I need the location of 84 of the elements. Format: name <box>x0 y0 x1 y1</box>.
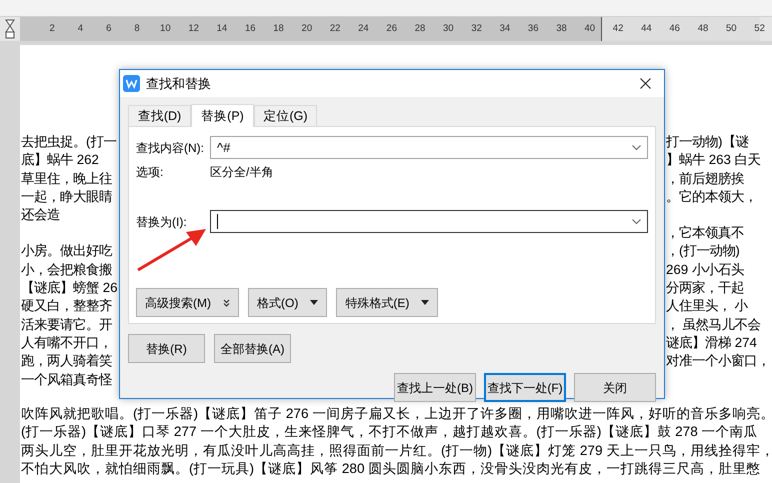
document-text: 人住里头， 小 <box>666 297 749 316</box>
dialog-button[interactable]: 关闭 <box>574 373 656 402</box>
ruler-number: 10 <box>159 22 172 36</box>
document-text: 谜底】滑梯 274 <box>666 334 758 352</box>
document-text: 人有嘴不开口， <box>21 334 113 352</box>
tab[interactable]: 定位(G) <box>254 105 317 126</box>
ruler-number: 6 <box>105 22 112 36</box>
ruler-number: 22 <box>328 22 342 36</box>
indent-marker-icon <box>5 19 15 39</box>
ruler-number: 32 <box>470 22 483 36</box>
document-text: 底】蜗牛 262 <box>21 151 100 170</box>
dropdown-button[interactable]: 特殊格式(E) <box>336 288 438 317</box>
document-text: 小，会把粮食搬 <box>21 260 113 279</box>
ruler-number: 44 <box>640 22 653 36</box>
document-text: 吹阵风就把歌唱。(打一乐器)【谜底】笛子 276 一间房子扁又长，上边开了许多圈，用嘴吹进一阵风，好听的音乐多响亮。 <box>21 405 772 423</box>
document-text: 。它的本领大， <box>666 188 758 206</box>
ruler-number: 26 <box>385 22 398 36</box>
replace-button[interactable]: 替换(R) <box>128 334 205 363</box>
chevron-down-icon <box>632 144 641 150</box>
document-text: 分两家，干起 <box>666 279 745 298</box>
document-text: 硬又白，整整齐 <box>21 297 113 316</box>
app-logo-icon <box>123 75 140 92</box>
ruler-number: 38 <box>555 22 568 36</box>
ruler-number: 48 <box>696 22 710 36</box>
ruler-number: 20 <box>300 22 314 36</box>
combo-field[interactable] <box>210 210 648 233</box>
text-cursor <box>217 214 218 229</box>
field-label: 替换为(I): <box>136 214 188 230</box>
options-value: 区分全/半角 <box>210 164 274 181</box>
document-text: 去把虫捉。(打一 <box>21 133 116 151</box>
pointer-arrow-drawing <box>136 228 208 272</box>
document-text: 269 小小石头 <box>666 260 745 279</box>
ruler-number: 12 <box>187 22 200 36</box>
ruler-number: 42 <box>612 22 624 36</box>
document-text: 【谜底】螃蟹 26 <box>21 279 118 298</box>
dropdown-button[interactable]: 格式(O) <box>248 288 328 317</box>
ruler-number: 2 <box>48 22 56 36</box>
document-text: ，前后翅膀挨 <box>666 170 745 188</box>
document-text: 不怕大风吹，就怕细雨飘。(打一玩具)【谜底】风筝 280 圆头圆脑小东西，没骨头没肉光有皮，一打跳得三尺高，肚里憋 <box>21 460 762 478</box>
document-text: (打一乐器)【谜底】口琴 277 一个大肚皮，生来怪脾气，不打不做声，越打越欢喜。(打一乐器)【谜底】鼓 278 一个南瓜 <box>21 423 759 442</box>
replace-button[interactable]: 全部替换(A) <box>214 334 291 363</box>
ruler-number: 34 <box>498 22 512 36</box>
document-text: 草里住，晚上往 <box>21 170 113 188</box>
dialog-button[interactable]: 查找上一处(B) <box>394 373 476 402</box>
ruler-number: 30 <box>442 22 455 36</box>
ruler-number: 36 <box>526 22 540 36</box>
document-text: ， 虽然马儿不会 <box>666 316 762 334</box>
ruler-number: 40 <box>584 22 596 36</box>
document-text: 一个风箱真奇怪 <box>21 370 113 389</box>
document-text: ，(打一动物) <box>666 242 741 260</box>
ruler-number: 18 <box>272 22 285 36</box>
tab[interactable]: 替换(P) <box>191 104 254 127</box>
ruler-number: 8 <box>133 22 141 36</box>
field-value: ^# <box>217 138 230 157</box>
document-text: 活来要请它。开 <box>21 316 113 334</box>
ruler-number: 50 <box>724 22 738 36</box>
document-text: 对准一个小窗口， <box>666 352 770 370</box>
dropdown-arrow-icon <box>421 300 430 305</box>
dialog-button[interactable]: 查找下一处(F) <box>484 373 566 402</box>
chevron-down-icon <box>632 218 641 224</box>
document-text: 跑，两人骑着笑 <box>21 352 113 370</box>
document-text: 小房。做出好吃 <box>21 242 114 260</box>
document-text: 一起，睁大眼睛 <box>21 188 113 206</box>
ruler-number: 16 <box>244 22 257 36</box>
document-text: 】蜗牛 263 白天 <box>666 151 761 170</box>
combo-field[interactable]: ^# <box>210 136 648 159</box>
document-text: 打一动物)【谜 <box>666 133 750 151</box>
ruler-number: 52 <box>753 22 766 36</box>
tab[interactable]: 查找(D) <box>128 105 191 126</box>
ruler-number: 14 <box>216 22 228 36</box>
document-text: 还会造 <box>21 206 61 224</box>
ruler-number: 4 <box>76 22 84 36</box>
ruler-number: 24 <box>357 22 370 36</box>
field-label: 查找内容(N): <box>136 140 202 156</box>
document-text: ，它本领真不 <box>666 224 745 242</box>
ruler-number: 46 <box>668 22 681 36</box>
ruler-number: 28 <box>414 22 426 36</box>
dropdown-arrow-icon <box>310 300 318 305</box>
field-label: 选项: <box>136 164 164 181</box>
double-chevron-icon <box>223 298 230 306</box>
document-text: 两头儿空，肚里开花放光明，有瓜没叶儿高高挂，照得面前一片红。(打一物)【谜底】灯笼 279 天上一只鸟，用线拴得牢， <box>21 442 772 460</box>
dropdown-button[interactable]: 高级搜索(M) <box>136 288 239 317</box>
close-icon[interactable] <box>640 78 651 89</box>
dialog-title: 查找和替换 <box>146 74 212 93</box>
